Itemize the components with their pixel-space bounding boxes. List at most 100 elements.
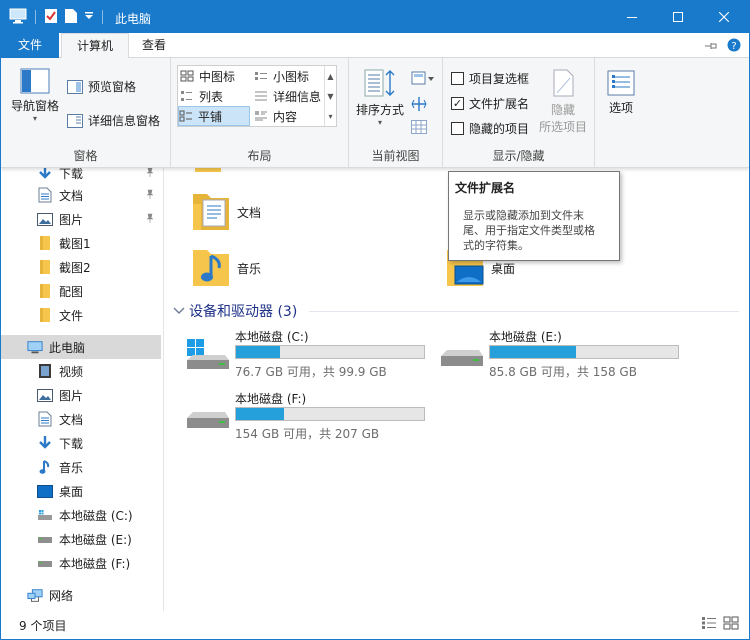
- nav-pane-icon: [20, 68, 50, 94]
- group-current-view-label: 当前视图: [371, 149, 420, 163]
- preview-pane-button[interactable]: 预览窗格: [67, 78, 136, 95]
- hidden-items-checkbox[interactable]: [451, 122, 464, 135]
- nav-item-network[interactable]: 网络: [1, 583, 161, 607]
- nav-item-desktop[interactable]: 桌面: [1, 479, 161, 503]
- help-icon[interactable]: ?: [727, 38, 741, 55]
- nav-item-quick-documents[interactable]: 文档: [1, 183, 161, 207]
- sort-by-button[interactable]: 排序方式 ▾: [353, 68, 407, 127]
- nav-item-label: 本地磁盘 (C:): [59, 508, 133, 523]
- pin-icon[interactable]: [145, 188, 155, 202]
- minimize-button[interactable]: [609, 1, 655, 33]
- folder-icon: [37, 235, 53, 251]
- computer-icon[interactable]: [9, 8, 27, 27]
- nav-item-quick-files[interactable]: 文件: [1, 303, 161, 327]
- scroll-down-icon[interactable]: ▼: [327, 92, 333, 101]
- details-pane-button[interactable]: 详细信息窗格: [67, 112, 160, 129]
- folder-icon: [37, 283, 53, 299]
- nav-item-drive-e[interactable]: 本地磁盘 (E:): [1, 527, 161, 551]
- properties-icon[interactable]: [44, 8, 58, 27]
- file-extensions-checkbox[interactable]: ✓: [451, 97, 464, 110]
- nav-item-label: 图片: [59, 212, 84, 227]
- layout-tiles-label: 平铺: [198, 109, 223, 124]
- layout-gallery-scroll[interactable]: ▲ ▼ ▾: [324, 66, 336, 126]
- size-columns-button[interactable]: [411, 120, 427, 137]
- drive-tile[interactable]: 本地磁盘 (E:) 85.8 GB 可用，共 158 GB: [439, 328, 689, 382]
- devices-section-header[interactable]: 设备和驱动器 (3): [173, 301, 297, 321]
- close-button[interactable]: [701, 1, 747, 33]
- sort-by-label: 排序方式: [355, 103, 404, 117]
- devices-header-label: 设备和驱动器 (3): [189, 304, 298, 320]
- drive-tile[interactable]: 本地磁盘 (F:) 154 GB 可用，共 207 GB: [185, 390, 435, 444]
- nav-item-pictures[interactable]: 图片: [1, 383, 161, 407]
- tooltip-title: 文件扩展名: [455, 181, 516, 195]
- nav-item-this-pc[interactable]: 此电脑: [1, 335, 161, 359]
- group-options: 选项: [595, 58, 647, 168]
- qat-customize-icon[interactable]: [84, 10, 94, 24]
- nav-item-music[interactable]: 音乐: [1, 455, 161, 479]
- group-by-button[interactable]: [411, 70, 435, 89]
- folder-label: 桌面: [491, 261, 516, 276]
- drive-usage-bar: [235, 345, 425, 359]
- nav-item-label: 视频: [59, 364, 84, 379]
- layout-small-icons[interactable]: 小图标: [254, 66, 309, 86]
- nav-item-videos[interactable]: 视频: [1, 359, 161, 383]
- nav-item-label: 音乐: [59, 460, 84, 475]
- qat-separator: [35, 10, 36, 24]
- item-checkboxes-toggle[interactable]: 项目复选框: [451, 70, 529, 87]
- layout-gallery: 中图标 小图标 列表 详细信息 平铺 内容 ▲ ▼ ▾: [177, 65, 337, 127]
- add-columns-icon: [411, 97, 427, 111]
- add-columns-button[interactable]: [411, 96, 427, 115]
- nav-item-label: 图片: [59, 388, 84, 403]
- item-checkboxes-checkbox[interactable]: [451, 72, 464, 85]
- folder-music[interactable]: 音乐: [189, 246, 261, 290]
- pin-icon[interactable]: [145, 166, 155, 180]
- folder-documents[interactable]: 文档: [189, 190, 261, 234]
- nav-item-drive-c[interactable]: 本地磁盘 (C:): [1, 503, 161, 527]
- large-icons-view-icon[interactable]: [723, 616, 739, 633]
- drive-tile[interactable]: 本地磁盘 (C:) 76.7 GB 可用，共 99.9 GB: [185, 328, 435, 382]
- nav-pane-button[interactable]: 导航窗格 ▾: [9, 68, 61, 123]
- hide-selected-button[interactable]: 隐藏 所选项目: [537, 68, 589, 135]
- nav-item-documents[interactable]: 文档: [1, 407, 161, 431]
- nav-item-drive-f[interactable]: 本地磁盘 (F:): [1, 551, 161, 575]
- nav-item-quick-screenshot2[interactable]: 截图2: [1, 255, 161, 279]
- scroll-up-icon[interactable]: ▲: [327, 72, 333, 81]
- drive-icon: [187, 412, 229, 428]
- new-folder-icon[interactable]: [64, 8, 78, 27]
- maximize-button[interactable]: [655, 1, 701, 33]
- nav-item-label: 截图1: [59, 236, 91, 251]
- nav-item-quick-pictures[interactable]: 图片: [1, 207, 161, 231]
- pin-icon[interactable]: [145, 212, 155, 226]
- tab-computer[interactable]: 计算机: [61, 33, 129, 59]
- layout-content[interactable]: 内容: [254, 106, 297, 126]
- medium-icons-icon: [180, 70, 194, 82]
- tooltip-line: 尾、用于指定文件类型或格: [463, 224, 595, 237]
- layout-medium-icons[interactable]: 中图标: [180, 66, 235, 86]
- pin-ribbon-icon[interactable]: [705, 40, 719, 54]
- options-icon: [607, 70, 635, 96]
- details-pane-label: 详细信息窗格: [88, 114, 161, 128]
- layout-details[interactable]: 详细信息: [254, 86, 321, 106]
- content-icon: [255, 111, 267, 121]
- preview-pane-label: 预览窗格: [88, 80, 137, 94]
- details-view-icon[interactable]: [701, 616, 717, 633]
- group-by-icon: [411, 71, 434, 85]
- nav-item-downloads[interactable]: 下载: [1, 431, 161, 455]
- drive-usage-fill: [236, 346, 280, 358]
- list-icon: [181, 91, 192, 101]
- view-switcher: [701, 616, 739, 633]
- layout-list[interactable]: 列表: [180, 86, 223, 106]
- tab-file[interactable]: 文件: [1, 33, 59, 58]
- file-extensions-toggle[interactable]: ✓ 文件扩展名: [451, 95, 529, 112]
- window-title: 此电脑: [115, 12, 152, 26]
- nav-item-quick-screenshot1[interactable]: 截图1: [1, 231, 161, 255]
- options-button[interactable]: 选项: [601, 70, 641, 116]
- hide-selected-label-2: 所选项目: [538, 120, 587, 134]
- gallery-expand-icon[interactable]: ▾: [328, 112, 332, 121]
- layout-tiles[interactable]: 平铺: [178, 106, 250, 126]
- minimize-icon: [627, 17, 637, 18]
- nav-item-quick-illustrations[interactable]: 配图: [1, 279, 161, 303]
- drive-icon: [37, 531, 53, 547]
- tab-view[interactable]: 查看: [131, 33, 177, 58]
- hidden-items-toggle[interactable]: 隐藏的项目: [451, 120, 529, 137]
